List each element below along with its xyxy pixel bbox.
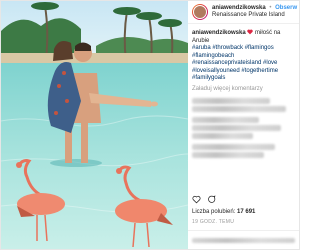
location-link[interactable]: Renaissance Private Island <box>212 12 297 19</box>
caption: aniawendzikowska miłość na Arubie #aruba… <box>188 24 299 83</box>
heart-icon[interactable] <box>192 195 201 204</box>
post-header: aniawendzikowska • Obserw Renaissance Pr… <box>188 1 299 24</box>
beach-photo-illustration <box>1 1 188 249</box>
hashtags[interactable]: #aruba #throwback #flamingos #flamingobe… <box>192 45 295 83</box>
avatar[interactable] <box>192 4 208 20</box>
instagram-post: aniawendzikowska • Obserw Renaissance Pr… <box>0 0 300 250</box>
post-photo[interactable] <box>1 1 188 249</box>
post-date: 19 GODZ. TEMU <box>192 219 235 225</box>
caption-username[interactable]: aniawendzikowska <box>192 30 246 36</box>
post-side-panel: aniawendzikowska • Obserw Renaissance Pr… <box>188 1 299 249</box>
comment-input[interactable] <box>188 230 299 249</box>
comment-icon[interactable] <box>207 195 216 204</box>
username-link[interactable]: aniawendzikowska <box>212 5 266 11</box>
load-more-comments-link[interactable]: Załaduj więcej komentarzy <box>188 83 299 96</box>
blurred-comments <box>188 97 299 158</box>
likes-count[interactable]: Liczba polubień: 17 691 <box>192 209 255 215</box>
heart-emoji-icon <box>247 29 254 35</box>
separator-dot: • <box>269 5 272 11</box>
action-bar <box>192 195 216 204</box>
likes-number: 17 691 <box>237 209 256 215</box>
follow-button[interactable]: Obserw <box>275 5 297 11</box>
likes-label: Liczba polubień: <box>192 209 236 215</box>
